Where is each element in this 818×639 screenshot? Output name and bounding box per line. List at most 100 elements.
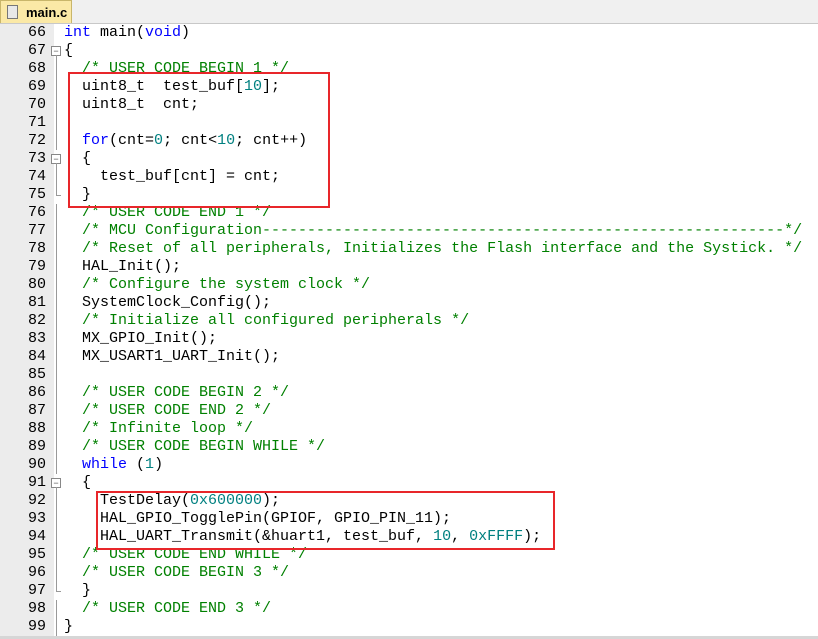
line-number: 90 <box>27 456 46 473</box>
token-text: main( <box>91 24 146 41</box>
token-keyword: void <box>145 24 182 41</box>
fold-end-marker <box>56 591 61 592</box>
fold-line <box>56 510 57 528</box>
line-number: 87 <box>27 402 46 419</box>
line-text: /* USER CODE BEGIN WHILE */ <box>64 438 325 456</box>
token-number: 1 <box>145 456 155 473</box>
fold-line <box>56 240 57 258</box>
fold-line <box>56 528 57 546</box>
line-number: 75 <box>27 186 46 203</box>
line-number: 70 <box>27 96 46 113</box>
line-number: 74 <box>27 168 46 185</box>
fold-line <box>56 330 57 348</box>
line-text: { <box>64 42 73 60</box>
line-number: 79 <box>27 258 46 275</box>
fold-line <box>56 402 57 420</box>
line-number: 97 <box>27 582 46 599</box>
tab-bar: main.c <box>0 0 818 24</box>
line-number: 69 <box>27 78 46 95</box>
line-text: /* Configure the system clock */ <box>64 276 370 294</box>
line-number: 92 <box>27 492 46 509</box>
line-number: 76 <box>27 204 46 221</box>
fold-line <box>56 546 57 564</box>
line-text: /* USER CODE BEGIN 3 */ <box>64 564 289 582</box>
fold-line <box>56 96 57 114</box>
token-comment: /* MCU Configuration--------------------… <box>64 222 803 239</box>
token-comment: /* USER CODE BEGIN WHILE */ <box>64 438 326 455</box>
c-file-icon <box>7 5 18 19</box>
line-number: 83 <box>27 330 46 347</box>
fold-end-marker <box>56 195 61 196</box>
line-text: MX_USART1_UART_Init(); <box>64 348 280 366</box>
fold-line <box>56 294 57 312</box>
line-text: /* Infinite loop */ <box>64 420 253 438</box>
line-number: 73 <box>27 150 46 167</box>
line-text: MX_GPIO_Init(); <box>64 330 217 348</box>
line-text: /* USER CODE END 3 */ <box>64 600 271 618</box>
fold-line <box>56 132 57 150</box>
line-number: 82 <box>27 312 46 329</box>
token-comment: /* Initialize all configured peripherals… <box>64 312 470 329</box>
highlight-box-variables <box>68 72 330 208</box>
line-text: SystemClock_Config(); <box>64 294 271 312</box>
line-number: 95 <box>27 546 46 563</box>
tab-label: main.c <box>26 4 68 20</box>
fold-line <box>56 348 57 366</box>
token-text: ) <box>181 24 191 41</box>
line-text: /* USER CODE END 2 */ <box>64 402 271 420</box>
line-number: 80 <box>27 276 46 293</box>
fold-line <box>56 60 57 78</box>
fold-line <box>56 492 57 510</box>
token-text: MX_GPIO_Init(); <box>64 330 218 347</box>
line-text: /* Reset of all peripherals, Initializes… <box>64 240 802 258</box>
token-keyword: int <box>64 24 92 41</box>
token-text: { <box>64 474 92 491</box>
fold-line <box>56 564 57 582</box>
token-text: { <box>64 42 74 59</box>
token-text: ) <box>154 456 164 473</box>
fold-line <box>56 168 57 186</box>
token-text: HAL_Init(); <box>64 258 182 275</box>
line-number: 72 <box>27 132 46 149</box>
line-number: 96 <box>27 564 46 581</box>
line-text: while (1) <box>64 456 163 474</box>
line-text: } <box>64 618 73 636</box>
line-text: /* MCU Configuration--------------------… <box>64 222 802 240</box>
line-number: 85 <box>27 366 46 383</box>
fold-line <box>56 276 57 294</box>
line-text: /* Initialize all configured peripherals… <box>64 312 469 330</box>
token-comment: /* Reset of all peripherals, Initializes… <box>64 240 803 257</box>
tab-main-c[interactable]: main.c <box>0 0 72 23</box>
line-text: /* USER CODE BEGIN 2 */ <box>64 384 289 402</box>
line-number: 66 <box>27 24 46 41</box>
highlight-box-loop-body <box>96 491 555 550</box>
line-number: 91 <box>27 474 46 491</box>
fold-line <box>56 420 57 438</box>
line-number: 98 <box>27 600 46 617</box>
token-comment: /* USER CODE END 2 */ <box>64 402 272 419</box>
line-number: 84 <box>27 348 46 365</box>
line-number: 99 <box>27 618 46 635</box>
fold-line <box>56 366 57 384</box>
token-text: MX_USART1_UART_Init(); <box>64 348 281 365</box>
fold-line <box>56 384 57 402</box>
line-number: 94 <box>27 528 46 545</box>
token-comment: /* USER CODE BEGIN 2 */ <box>64 384 290 401</box>
line-number: 81 <box>27 294 46 311</box>
line-text: } <box>64 582 91 600</box>
line-text: HAL_Init(); <box>64 258 181 276</box>
fold-line <box>56 618 57 636</box>
line-number: 89 <box>27 438 46 455</box>
line-number: 78 <box>27 240 46 257</box>
line-number: 86 <box>27 384 46 401</box>
fold-line <box>56 456 57 474</box>
token-comment: /* Configure the system clock */ <box>64 276 371 293</box>
token-text: ( <box>127 456 146 473</box>
fold-line <box>56 78 57 96</box>
token-text: } <box>64 618 74 635</box>
fold-line <box>56 222 57 240</box>
line-number: 88 <box>27 420 46 437</box>
fold-line <box>56 258 57 276</box>
line-number: 71 <box>27 114 46 131</box>
